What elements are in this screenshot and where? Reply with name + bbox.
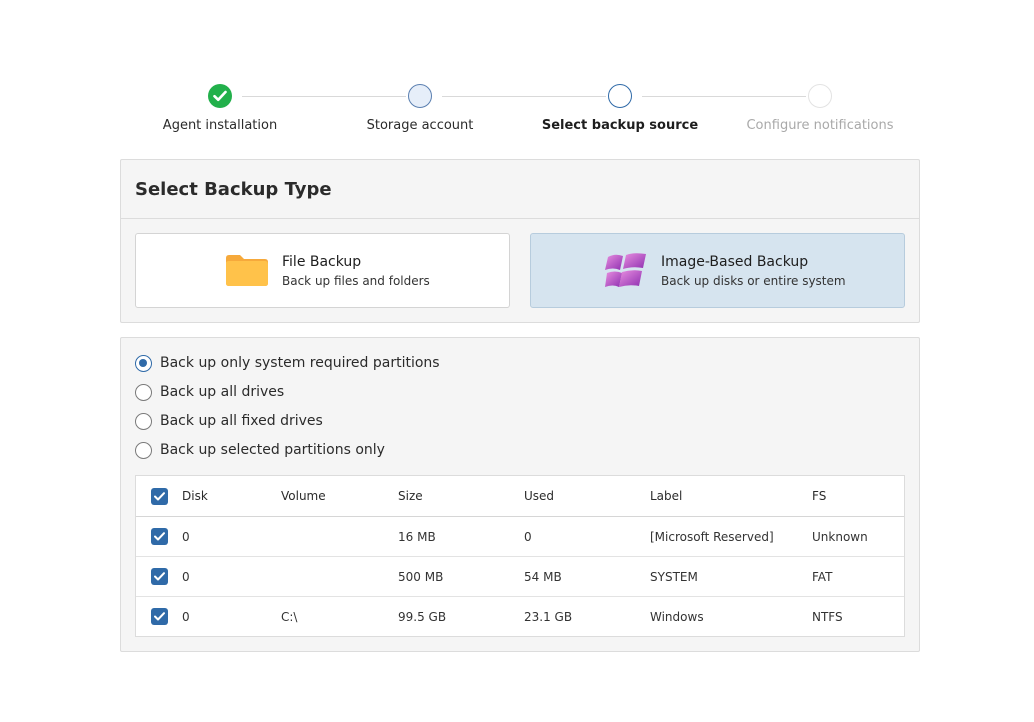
radio-button[interactable] bbox=[135, 383, 152, 401]
backup-type-panel: Select Backup Type File Backup Back up f… bbox=[120, 159, 920, 323]
cell-fs: FAT bbox=[812, 569, 833, 584]
radio-label: Back up all drives bbox=[160, 384, 285, 400]
step-agent-installation[interactable]: Agent installation bbox=[120, 84, 320, 133]
panel-title: Select Backup Type bbox=[121, 160, 919, 219]
card-description: Back up disks or entire system bbox=[661, 274, 846, 288]
cell-disk: 0 bbox=[182, 529, 190, 544]
step-label: Agent installation bbox=[162, 118, 278, 133]
cell-fs: Unknown bbox=[812, 529, 868, 544]
windows-logo-icon bbox=[604, 250, 648, 296]
card-title: File Backup bbox=[282, 254, 362, 270]
radio-button[interactable] bbox=[135, 354, 152, 372]
partitions-table: Disk Volume Size Used Label FS 0 16 MB 0… bbox=[135, 475, 905, 637]
radio-label: Back up selected partitions only bbox=[160, 442, 385, 458]
column-header-used[interactable]: Used bbox=[524, 476, 554, 516]
column-header-size[interactable]: Size bbox=[398, 476, 423, 516]
partition-options-panel: Back up only system required partitions … bbox=[120, 337, 920, 652]
card-title: Image-Based Backup bbox=[661, 254, 809, 270]
radio-button[interactable] bbox=[135, 412, 152, 430]
table-row[interactable]: 0 500 MB 54 MB SYSTEM FAT bbox=[136, 557, 904, 597]
step-circle-icon bbox=[608, 84, 632, 108]
check-circle-icon bbox=[208, 84, 232, 108]
step-configure-notifications: Configure notifications bbox=[720, 84, 920, 133]
column-header-fs[interactable]: FS bbox=[812, 476, 826, 516]
radio-label: Back up only system required partitions bbox=[160, 355, 440, 371]
cell-size: 16 MB bbox=[398, 529, 436, 544]
cell-size: 500 MB bbox=[398, 569, 444, 584]
cell-fs: NTFS bbox=[812, 609, 843, 624]
table-row[interactable]: 0 16 MB 0 [Microsoft Reserved] Unknown bbox=[136, 517, 904, 557]
cell-label: [Microsoft Reserved] bbox=[650, 529, 774, 544]
radio-selected-partitions[interactable]: Back up selected partitions only bbox=[135, 440, 385, 460]
card-description: Back up files and folders bbox=[282, 274, 430, 288]
wizard-stepper: Agent installation Storage account Selec… bbox=[120, 84, 920, 134]
step-label: Select backup source bbox=[541, 118, 699, 133]
step-circle-icon bbox=[808, 84, 832, 108]
step-label: Storage account bbox=[366, 118, 474, 133]
cell-label: Windows bbox=[650, 609, 704, 624]
cell-disk: 0 bbox=[182, 569, 190, 584]
table-header: Disk Volume Size Used Label FS bbox=[136, 476, 904, 517]
image-based-backup-card[interactable]: Image-Based Backup Back up disks or enti… bbox=[530, 233, 905, 308]
radio-all-fixed-drives[interactable]: Back up all fixed drives bbox=[135, 411, 323, 431]
column-header-volume[interactable]: Volume bbox=[281, 476, 326, 516]
cell-size: 99.5 GB bbox=[398, 609, 447, 624]
cell-used: 54 MB bbox=[524, 569, 562, 584]
folder-icon bbox=[225, 252, 269, 292]
row-checkbox[interactable] bbox=[151, 528, 168, 545]
radio-system-required-partitions[interactable]: Back up only system required partitions bbox=[135, 353, 440, 373]
cell-label: SYSTEM bbox=[650, 569, 698, 584]
column-header-disk[interactable]: Disk bbox=[182, 476, 208, 516]
table-row[interactable]: 0 C:\ 99.5 GB 23.1 GB Windows NTFS bbox=[136, 597, 904, 636]
select-all-checkbox[interactable] bbox=[151, 487, 168, 505]
radio-all-drives[interactable]: Back up all drives bbox=[135, 382, 284, 402]
cell-used: 23.1 GB bbox=[524, 609, 573, 624]
step-label: Configure notifications bbox=[746, 118, 894, 133]
step-circle-icon bbox=[408, 84, 432, 108]
step-select-backup-source: Select backup source bbox=[520, 84, 720, 133]
column-header-label[interactable]: Label bbox=[650, 476, 682, 516]
cell-used: 0 bbox=[524, 529, 532, 544]
file-backup-card[interactable]: File Backup Back up files and folders bbox=[135, 233, 510, 308]
cell-volume: C:\ bbox=[281, 609, 298, 624]
row-checkbox[interactable] bbox=[151, 608, 168, 625]
radio-button[interactable] bbox=[135, 441, 152, 459]
cell-disk: 0 bbox=[182, 609, 190, 624]
row-checkbox[interactable] bbox=[151, 568, 168, 585]
step-storage-account[interactable]: Storage account bbox=[320, 84, 520, 133]
radio-label: Back up all fixed drives bbox=[160, 413, 323, 429]
